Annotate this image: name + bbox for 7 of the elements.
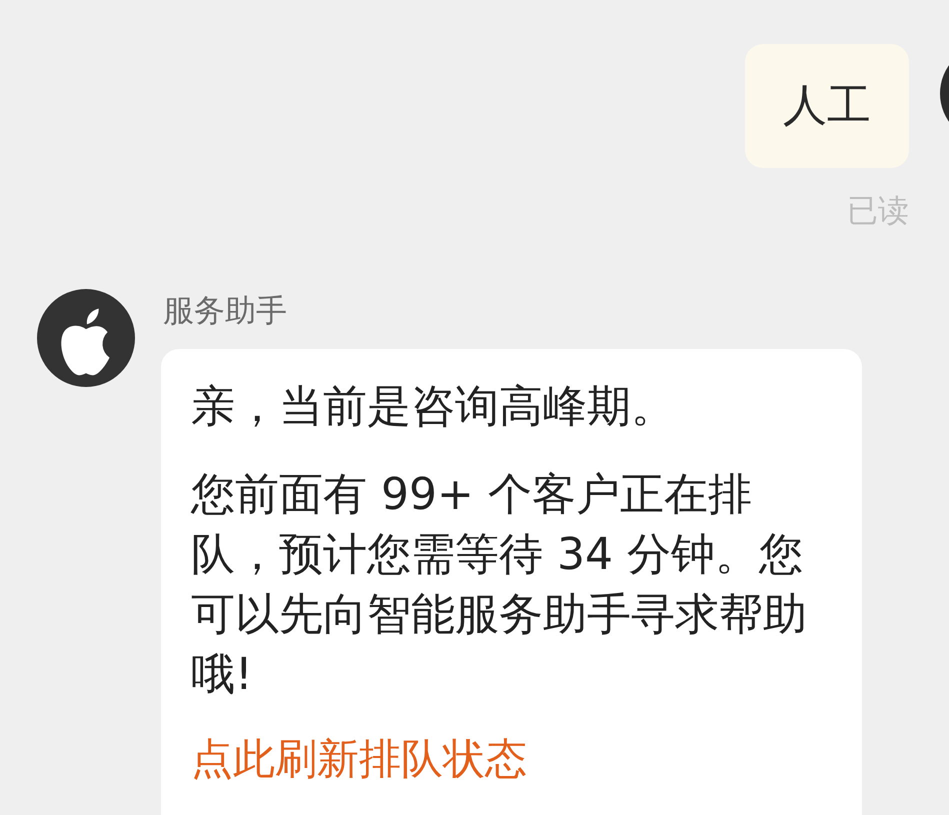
sender-name: 服务助手 (163, 296, 288, 327)
apple-icon (37, 289, 135, 387)
message-text: 您前面有 99+ 个客户正在排队，预计您需等待 34 分钟。您可以先向智能服务助手寻求帮助哦! (191, 468, 808, 702)
refresh-queue-link[interactable]: 点此刷新排队状态 (191, 729, 527, 789)
avatar-icon (940, 65, 949, 122)
message-bubble: 人工 (745, 44, 909, 168)
message-text: 亲，当前是咨询高峰期。 (191, 380, 676, 434)
